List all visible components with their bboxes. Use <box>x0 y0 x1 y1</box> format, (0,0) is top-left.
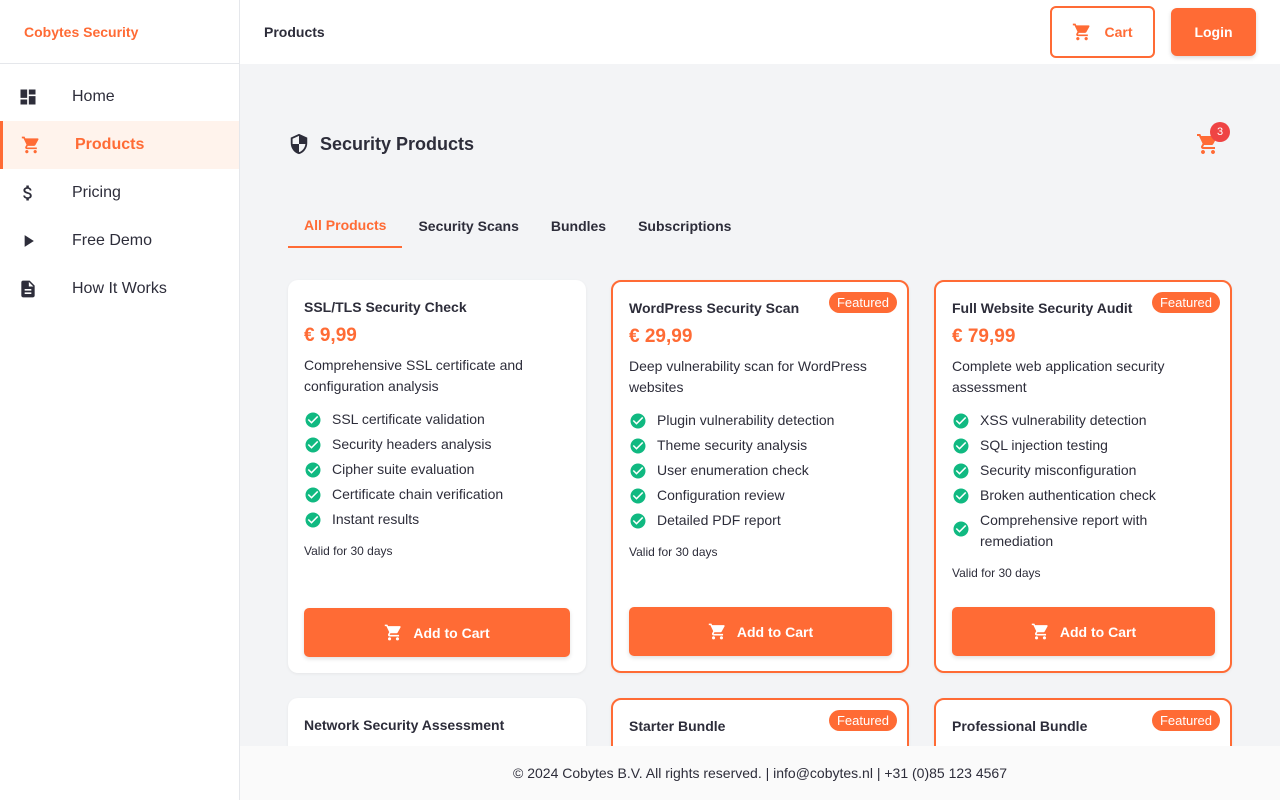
footer: © 2024 Cobytes B.V. All rights reserved.… <box>240 746 1280 800</box>
sidebar-item-free-demo[interactable]: Free Demo <box>0 217 239 265</box>
cart-icon <box>708 622 727 641</box>
feature-item: SQL injection testing <box>952 435 1215 456</box>
sidebar-nav: Home Products Pricing Free Demo How It W… <box>0 64 239 313</box>
feature-item: SSL certificate validation <box>304 409 570 430</box>
featured-badge: Featured <box>1151 292 1220 313</box>
check-circle-icon <box>952 487 970 505</box>
product-card: SSL/TLS Security Check € 9,99 Comprehens… <box>288 280 586 673</box>
document-icon <box>18 279 38 299</box>
main-content: Security Products 3 All Products Securit… <box>240 64 1280 746</box>
sidebar-item-label: How It Works <box>72 280 167 297</box>
footer-text: © 2024 Cobytes B.V. All rights reserved.… <box>513 765 1007 781</box>
feature-item: Broken authentication check <box>952 485 1215 506</box>
check-circle-icon <box>952 437 970 455</box>
feature-item: Cipher suite evaluation <box>304 459 570 480</box>
check-circle-icon <box>304 436 322 454</box>
sidebar: Cobytes Security Home Products Pricing F… <box>0 0 240 800</box>
cart-icon <box>21 135 41 155</box>
section-header: Security Products <box>288 132 474 156</box>
login-button[interactable]: Login <box>1171 8 1256 56</box>
play-icon <box>18 231 38 251</box>
check-circle-icon <box>629 487 647 505</box>
cart-button[interactable]: Cart <box>1050 6 1155 58</box>
product-card: Featured Professional Bundle <box>934 698 1232 746</box>
product-card: Featured Full Website Security Audit € 7… <box>934 280 1232 673</box>
top-header: Products Cart Login <box>240 0 1280 64</box>
sidebar-item-label: Home <box>72 88 115 105</box>
featured-badge: Featured <box>828 292 897 313</box>
sidebar-item-label: Pricing <box>72 184 121 201</box>
product-price: € 29,99 <box>629 326 693 347</box>
page-title: Products <box>264 24 325 40</box>
check-circle-icon <box>304 461 322 479</box>
product-name: SSL/TLS Security Check <box>304 299 467 315</box>
sidebar-item-label: Free Demo <box>72 232 153 249</box>
check-circle-icon <box>629 437 647 455</box>
add-to-cart-button[interactable]: Add to Cart <box>952 607 1215 656</box>
product-grid: SSL/TLS Security Check € 9,99 Comprehens… <box>288 280 1232 746</box>
tab-subscriptions[interactable]: Subscriptions <box>622 204 747 248</box>
check-circle-icon <box>629 462 647 480</box>
product-description: Comprehensive SSL certificate and config… <box>304 357 523 394</box>
validity-text: Valid for 30 days <box>304 544 393 558</box>
shield-icon <box>288 132 310 156</box>
feature-list: SSL certificate validation Security head… <box>304 409 570 530</box>
check-circle-icon <box>304 511 322 529</box>
product-description: Complete web application security assess… <box>952 358 1165 395</box>
featured-badge: Featured <box>828 710 897 731</box>
feature-item: Detailed PDF report <box>629 510 892 531</box>
product-card: Featured WordPress Security Scan € 29,99… <box>611 280 909 673</box>
feature-item: User enumeration check <box>629 460 892 481</box>
feature-item: Configuration review <box>629 485 892 506</box>
brand-logo[interactable]: Cobytes Security <box>0 0 239 64</box>
check-circle-icon <box>952 462 970 480</box>
cart-count-badge: 3 <box>1210 122 1230 142</box>
cart-icon <box>1072 22 1092 42</box>
product-price: € 79,99 <box>952 326 1016 347</box>
check-circle-icon <box>629 412 647 430</box>
add-to-cart-button[interactable]: Add to Cart <box>629 607 892 656</box>
check-circle-icon <box>304 411 322 429</box>
featured-badge: Featured <box>1151 710 1220 731</box>
product-tabs: All Products Security Scans Bundles Subs… <box>288 204 747 248</box>
sidebar-item-pricing[interactable]: Pricing <box>0 169 239 217</box>
product-card: Network Security Assessment <box>288 698 586 746</box>
feature-item: Security misconfiguration <box>952 460 1215 481</box>
feature-item: Theme security analysis <box>629 435 892 456</box>
tab-bundles[interactable]: Bundles <box>535 204 622 248</box>
check-circle-icon <box>304 486 322 504</box>
sidebar-item-home[interactable]: Home <box>0 73 239 121</box>
dashboard-icon <box>18 87 38 107</box>
check-circle-icon <box>629 512 647 530</box>
add-to-cart-button[interactable]: Add to Cart <box>304 608 570 657</box>
tab-security-scans[interactable]: Security Scans <box>402 204 534 248</box>
dollar-icon <box>18 183 38 203</box>
sidebar-item-how-it-works[interactable]: How It Works <box>0 265 239 313</box>
sidebar-item-products[interactable]: Products <box>0 121 239 169</box>
product-price: € 9,99 <box>304 325 357 346</box>
feature-list: Plugin vulnerability detection Theme sec… <box>629 410 892 531</box>
feature-item: Certificate chain verification <box>304 484 570 505</box>
check-circle-icon <box>952 520 970 538</box>
product-card: Featured Starter Bundle <box>611 698 909 746</box>
feature-item: Comprehensive report with remediation <box>952 510 1215 552</box>
product-description: Deep vulnerability scan for WordPress we… <box>629 358 867 395</box>
feature-item: XSS vulnerability detection <box>952 410 1215 431</box>
header-actions: Cart Login <box>1050 6 1256 58</box>
validity-text: Valid for 30 days <box>629 545 718 559</box>
cart-icon <box>384 623 403 642</box>
tab-all-products[interactable]: All Products <box>288 204 403 248</box>
feature-item: Instant results <box>304 509 570 530</box>
product-name: Network Security Assessment <box>304 717 505 733</box>
sidebar-item-label: Products <box>75 136 145 153</box>
feature-list: XSS vulnerability detection SQL injectio… <box>952 410 1215 552</box>
feature-item: Security headers analysis <box>304 434 570 455</box>
check-circle-icon <box>952 412 970 430</box>
feature-item: Plugin vulnerability detection <box>629 410 892 431</box>
section-title: Security Products <box>320 133 475 154</box>
cart-icon <box>1031 622 1050 641</box>
cart-button-label: Cart <box>1104 24 1133 40</box>
validity-text: Valid for 30 days <box>952 566 1041 580</box>
mini-cart-button[interactable]: 3 <box>1196 122 1230 156</box>
